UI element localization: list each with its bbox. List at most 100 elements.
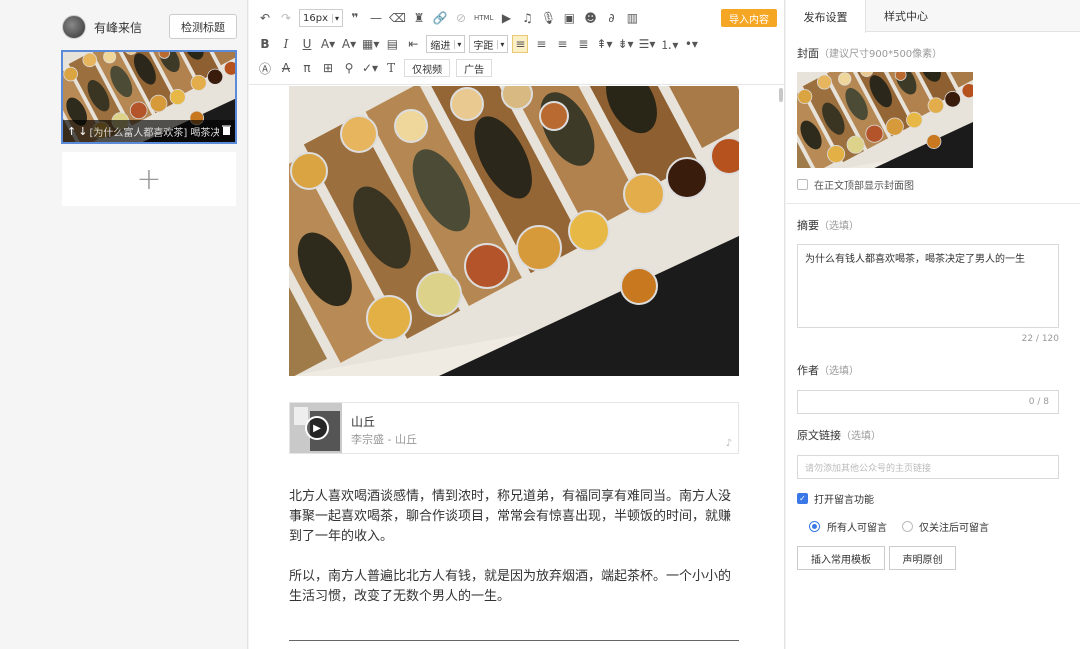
spellcheck-icon[interactable]: ✓▾ — [362, 59, 378, 77]
strikethrough-icon[interactable]: A — [278, 59, 294, 77]
music-artist: 李宗盛 - 山丘 — [351, 433, 417, 446]
video-only-button[interactable]: 仅视频 — [404, 59, 451, 77]
audio-icon[interactable]: 🎙 — [540, 9, 556, 27]
editor-content[interactable]: ▶ 山丘 李宗盛 - 山丘 ♪ 北方人喜欢喝酒谈感情，情到浓时，称兄道弟，有福同… — [289, 86, 739, 641]
unlink-icon[interactable]: ⊘ — [453, 9, 469, 27]
mini-program-icon[interactable]: ∂ — [603, 9, 619, 27]
comment-label: 打开留言功能 — [814, 495, 874, 506]
underline-icon[interactable]: U — [299, 35, 315, 53]
music-cover: ▶ — [290, 403, 342, 453]
format-brush-icon[interactable]: ♜ — [411, 9, 427, 27]
emoji-icon[interactable]: ☻ — [582, 9, 598, 27]
music-title: 山丘 — [351, 415, 376, 429]
tea-image[interactable] — [289, 86, 739, 376]
move-up-icon[interactable]: ↑ — [67, 125, 76, 138]
article-sidebar: 有峰来信 检测标题 ↑ ↓ [为什么富人都喜欢茶] 喝茶决定 + — [0, 0, 248, 649]
cover-label: 封面（建议尺寸900*500像素） — [797, 47, 943, 60]
border-icon[interactable]: ▦▾ — [362, 35, 379, 53]
comment-checkbox[interactable]: ✓ — [797, 493, 808, 504]
summary-textarea[interactable]: 为什么有钱人都喜欢喝茶，喝茶决定了男人的一生 — [797, 244, 1059, 328]
toolbar-row-2: B I U A▾ A▾ ▦▾ ▤ ⇤ 缩进 ▾ 字距 ▾ ≡ ≡ ≡ ≣ ⇞▾ ⇟▾… — [257, 33, 704, 55]
music-note-icon: ♪ — [725, 438, 732, 449]
redo-icon[interactable]: ↷ — [278, 9, 294, 27]
link-icon[interactable]: 🔗 — [432, 9, 448, 27]
account-name: 有峰来信 — [94, 20, 143, 35]
cover-image[interactable] — [797, 72, 973, 168]
comment-followers-label: 仅关注后可留言 — [919, 523, 989, 534]
comment-all-radio[interactable] — [809, 521, 820, 532]
image-icon[interactable]: ▣ — [561, 9, 577, 27]
account-info: 有峰来信 — [62, 14, 142, 40]
align-right-icon[interactable]: ≡ — [554, 35, 570, 53]
comment-followers-radio[interactable] — [902, 521, 913, 532]
summary-count: 22 / 120 — [1021, 334, 1059, 344]
chart-icon[interactable]: ▥ — [624, 9, 640, 27]
toolbar-row-1: ↶ ↷ 16px ▾ ❞ — ⌫ ♜ 🔗 ⊘ HTML ▶ ♫ 🎙 ▣ ☻ ∂ ▥ — [257, 7, 645, 29]
toolbar-row-3: Ⓐ A π ⊞ ⚲ ✓▾ T 仅视频 广告 — [257, 57, 498, 79]
toolbar-divider — [249, 84, 785, 85]
justify-icon[interactable]: ≣ — [575, 35, 591, 53]
undo-icon[interactable]: ↶ — [257, 9, 273, 27]
video-icon[interactable]: ▶ — [498, 9, 514, 27]
source-link-input[interactable]: 请勿添加其他公众号的主页链接 — [797, 455, 1059, 479]
divider — [786, 203, 1080, 204]
detect-title-button[interactable]: 检测标题 — [169, 14, 237, 39]
avatar — [62, 15, 86, 39]
bold-icon[interactable]: B — [257, 35, 273, 53]
line-height-icon[interactable]: ☰▾ — [639, 35, 656, 53]
align-center-icon[interactable]: ≡ — [533, 35, 549, 53]
show-cover-checkbox[interactable] — [797, 179, 808, 190]
move-down-icon[interactable]: ↓ — [78, 125, 87, 138]
trash-icon[interactable] — [222, 125, 231, 138]
paragraph[interactable]: 北方人喜欢喝酒谈感情，情到浓时，称兄道弟，有福同享有难同当。南方人没事聚一起喜欢… — [289, 487, 739, 547]
eraser-icon[interactable]: ⌫ — [389, 9, 406, 27]
formula-icon[interactable]: π — [299, 59, 315, 77]
plus-icon: + — [136, 161, 162, 197]
insert-image-icon[interactable]: ▤ — [384, 35, 400, 53]
settings-panel: 发布设置 样式中心 封面（建议尺寸900*500像素） 在正文顶部显示封面图 摘… — [786, 0, 1080, 649]
import-content-button[interactable]: 导入内容 — [721, 9, 777, 27]
indent-select[interactable]: 缩进 ▾ — [426, 35, 466, 53]
bg-color-icon[interactable]: A▾ — [341, 35, 357, 53]
find-icon[interactable]: ⚲ — [341, 59, 357, 77]
html-icon[interactable]: HTML — [474, 9, 493, 27]
paragraph[interactable]: 所以，南方人普遍比北方人有钱，就是因为放弃烟酒，端起茶杯。一个小小的生活习惯，改… — [289, 567, 739, 607]
content-divider — [289, 640, 739, 641]
summary-label: 摘要（选填） — [797, 219, 859, 232]
para-before-icon[interactable]: ⇞▾ — [596, 35, 612, 53]
add-article-button[interactable]: + — [62, 152, 236, 206]
music-icon[interactable]: ♫ — [519, 9, 535, 27]
table-icon[interactable]: ⊞ — [320, 59, 336, 77]
editor: ↶ ↷ 16px ▾ ❞ — ⌫ ♜ 🔗 ⊘ HTML ▶ ♫ 🎙 ▣ ☻ ∂ ▥… — [249, 0, 785, 649]
text-box-icon[interactable]: Ⓐ — [257, 59, 273, 77]
font-size-select[interactable]: 16px ▾ — [299, 9, 344, 27]
align-left-icon[interactable]: ≡ — [512, 35, 529, 53]
text-format-icon[interactable]: T — [383, 59, 399, 77]
ad-button[interactable]: 广告 — [456, 59, 493, 77]
play-icon[interactable]: ▶ — [305, 416, 329, 440]
hr-icon[interactable]: — — [368, 9, 384, 27]
insert-template-button[interactable]: 插入常用模板 — [797, 546, 885, 570]
article-card[interactable]: ↑ ↓ [为什么富人都喜欢茶] 喝茶决定 — [61, 50, 237, 144]
author-input[interactable]: 0 / 8 — [797, 390, 1059, 414]
italic-icon[interactable]: I — [278, 35, 294, 53]
show-cover-label: 在正文顶部显示封面图 — [814, 181, 914, 192]
comment-all-label: 所有人可留言 — [827, 523, 887, 534]
author-count: 0 / 8 — [1028, 397, 1049, 407]
tab-style-center[interactable]: 样式中心 — [866, 0, 946, 32]
settings-tabs: 发布设置 样式中心 — [786, 0, 1080, 33]
letter-spacing-select[interactable]: 字距 ▾ — [469, 35, 509, 53]
font-color-icon[interactable]: A▾ — [320, 35, 336, 53]
ordered-list-icon[interactable]: ⒈▾ — [660, 35, 678, 53]
outdent-icon[interactable]: ⇤ — [405, 35, 421, 53]
declare-original-button[interactable]: 声明原创 — [889, 546, 956, 570]
quote-icon[interactable]: ❞ — [347, 9, 363, 27]
unordered-list-icon[interactable]: •▾ — [683, 35, 699, 53]
author-label: 作者（选填） — [797, 364, 859, 377]
article-card-bar: ↑ ↓ [为什么富人都喜欢茶] 喝茶决定 — [63, 120, 235, 142]
para-after-icon[interactable]: ⇟▾ — [617, 35, 633, 53]
source-link-label: 原文链接（选填） — [797, 429, 881, 442]
tab-publish-settings[interactable]: 发布设置 — [786, 0, 866, 33]
editor-scrollbar[interactable] — [779, 88, 783, 102]
music-card[interactable]: ▶ 山丘 李宗盛 - 山丘 ♪ — [289, 402, 739, 454]
